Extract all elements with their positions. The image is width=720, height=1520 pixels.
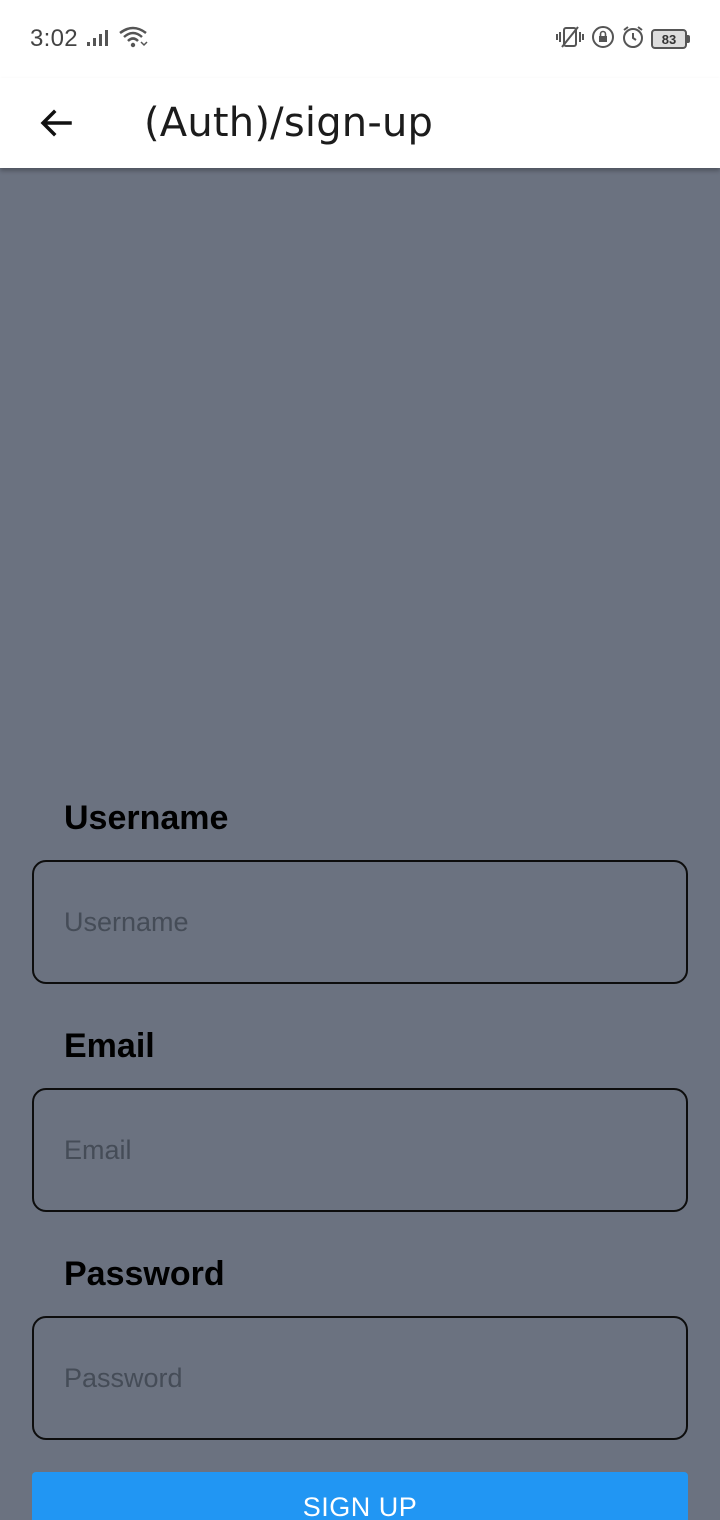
battery-icon: 83	[651, 29, 690, 49]
email-group: Email	[32, 1018, 688, 1212]
password-label: Password	[64, 1255, 225, 1293]
arrow-left-icon	[40, 109, 72, 137]
username-input[interactable]	[32, 860, 688, 984]
status-right: 83	[555, 25, 690, 54]
status-left: 3:02	[30, 25, 148, 54]
status-time: 3:02	[30, 25, 78, 52]
username-label: Username	[64, 799, 229, 837]
back-button[interactable]	[30, 97, 82, 149]
sign-up-button[interactable]: SIGN UP	[32, 1472, 688, 1520]
wifi-icon	[118, 25, 148, 54]
email-label: Email	[64, 1027, 155, 1065]
username-group: Username	[32, 790, 688, 984]
rotation-lock-icon	[591, 25, 615, 54]
battery-tip	[687, 35, 690, 43]
status-bar: 3:02 83	[0, 0, 720, 78]
alarm-icon	[621, 25, 645, 54]
password-group: Password	[32, 1246, 688, 1440]
password-input[interactable]	[32, 1316, 688, 1440]
signup-form: Username Email Password	[32, 790, 688, 1474]
page-title: (Auth)/sign-up	[144, 100, 434, 146]
app-bar: (Auth)/sign-up	[0, 78, 720, 168]
email-input[interactable]	[32, 1088, 688, 1212]
signal-icon	[86, 27, 110, 52]
battery-level: 83	[651, 29, 687, 49]
vibrate-icon	[555, 25, 585, 54]
